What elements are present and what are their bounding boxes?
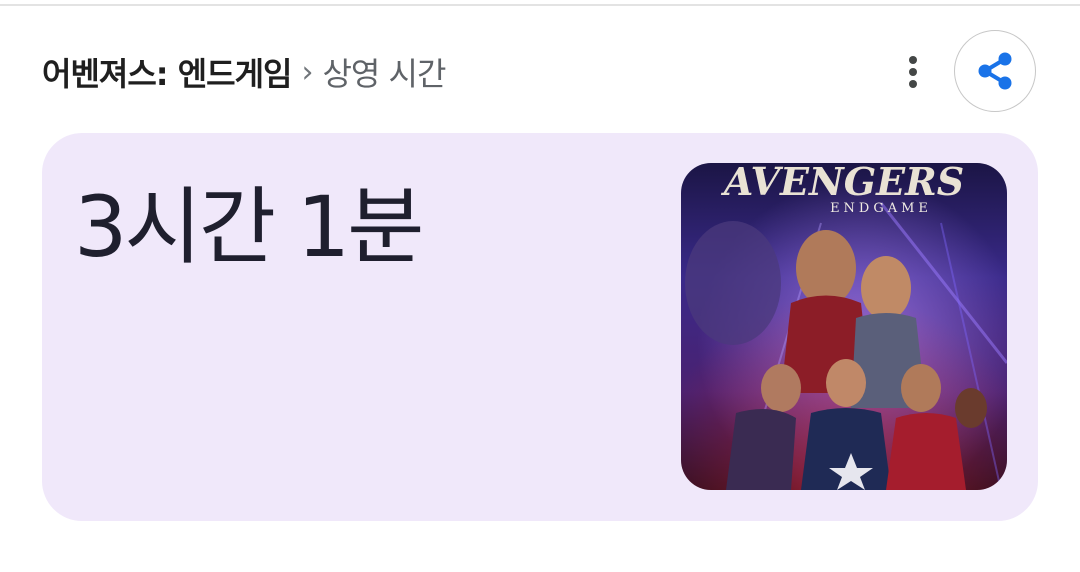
breadcrumb-subtitle: 상영 시간 xyxy=(322,55,446,93)
movie-title-link[interactable]: 어벤져스: 엔드게임 xyxy=(42,49,292,95)
share-icon xyxy=(978,52,1012,90)
poster-title-text: AVENGERS xyxy=(721,163,964,204)
share-button[interactable] xyxy=(954,30,1036,112)
more-options-button[interactable] xyxy=(898,52,928,92)
breadcrumb: 어벤져스: 엔드게임 › 상영 시간 xyxy=(42,49,446,95)
poster-subtitle-text: ENDGAME xyxy=(830,201,932,216)
more-vert-icon xyxy=(909,56,917,64)
runtime-value: 3시간 1분 xyxy=(74,178,424,276)
breadcrumb-separator: › xyxy=(301,54,313,90)
runtime-card: 3시간 1분 AVENGERS ENDGAME xyxy=(42,133,1038,521)
result-header: 어벤져스: 엔드게임 › 상영 시간 xyxy=(42,30,1042,112)
movie-poster[interactable]: AVENGERS ENDGAME xyxy=(681,163,1007,490)
top-divider xyxy=(0,4,1080,6)
